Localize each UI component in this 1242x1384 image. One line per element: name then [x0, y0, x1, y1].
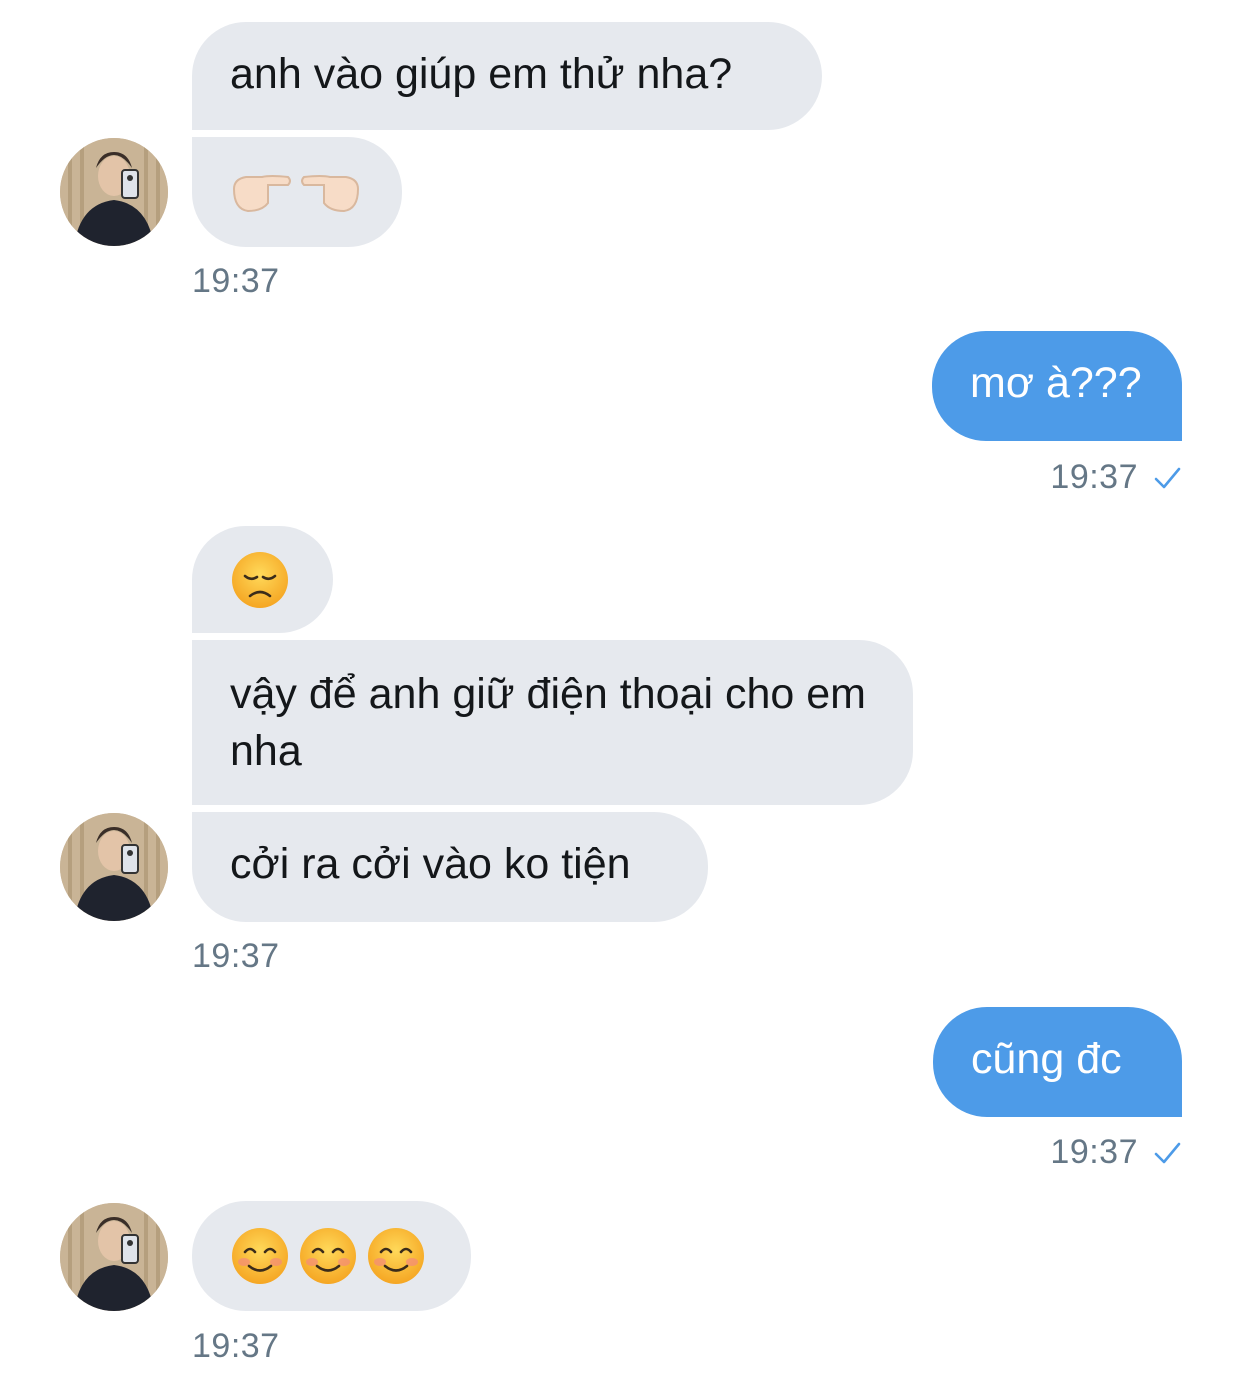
incoming-message-bubble[interactable]: cởi ra cởi vào ko tiện [192, 812, 708, 922]
message-emoji [230, 1201, 433, 1311]
contact-avatar[interactable] [60, 1203, 168, 1311]
message-timestamp: 19:37 [192, 262, 280, 300]
message-text: vậy để anh giữ điện thoại cho em nha [230, 670, 866, 775]
message-timestamp-row: 19:37 [1050, 458, 1182, 497]
message-timestamp-row: 19:37 [1050, 1133, 1182, 1172]
message-emoji [230, 137, 364, 247]
avatar-photo [60, 1203, 168, 1311]
read-check-icon [1154, 1142, 1181, 1163]
outgoing-message-bubble[interactable]: cũng đc [933, 1007, 1182, 1117]
read-check-icon [1154, 467, 1181, 488]
dm-conversation: anh vào giúp em thử nha? 19:37 mơ à??? 1… [0, 0, 1242, 1384]
disappointed-face-emoji [232, 551, 288, 608]
message-emoji [230, 526, 295, 633]
incoming-message-bubble[interactable] [192, 137, 402, 247]
message-timestamp: 19:37 [1050, 1133, 1138, 1171]
message-text: cởi ra cởi vào ko tiện [230, 840, 631, 888]
incoming-message-bubble[interactable]: vậy để anh giữ điện thoại cho em nha [192, 640, 913, 805]
incoming-message-bubble[interactable] [192, 526, 333, 633]
pointing-fingers-emoji [232, 175, 360, 213]
avatar-photo [60, 813, 168, 921]
avatar-photo [60, 138, 168, 246]
message-timestamp: 19:37 [192, 937, 280, 975]
message-timestamp: 19:37 [192, 1327, 280, 1365]
outgoing-message-bubble[interactable]: mơ à??? [932, 331, 1182, 441]
smiling-face-emoji [232, 1228, 288, 1284]
smiling-face-emoji [368, 1228, 424, 1284]
message-timestamp: 19:37 [1050, 458, 1138, 496]
incoming-message-bubble[interactable] [192, 1201, 471, 1311]
message-text: mơ à??? [970, 359, 1142, 407]
contact-avatar[interactable] [60, 813, 168, 921]
message-text: cũng đc [971, 1035, 1122, 1083]
incoming-message-bubble[interactable]: anh vào giúp em thử nha? [192, 22, 822, 130]
smiling-face-emoji [300, 1228, 356, 1284]
message-text: anh vào giúp em thử nha? [230, 50, 733, 98]
contact-avatar[interactable] [60, 138, 168, 246]
